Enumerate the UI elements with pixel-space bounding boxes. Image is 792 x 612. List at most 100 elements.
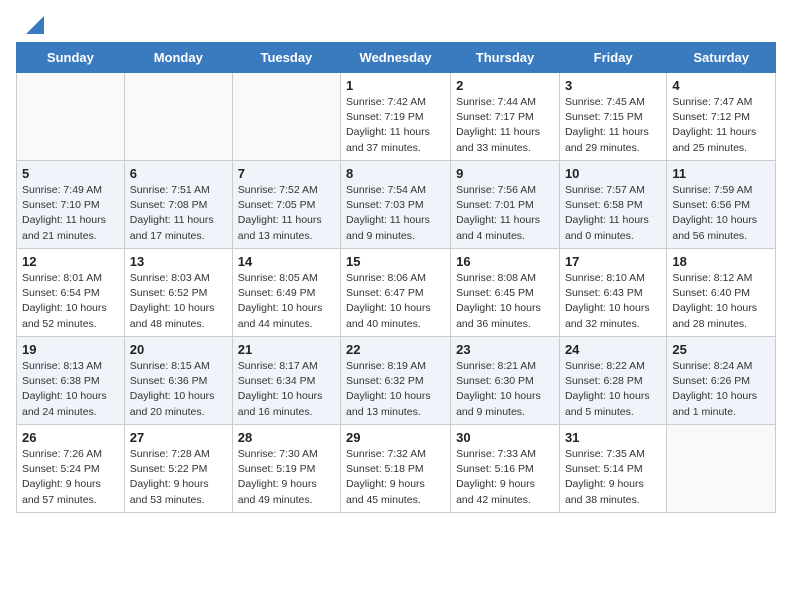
day-number: 13 — [130, 254, 227, 269]
calendar-cell: 18 Sunrise: 8:12 AMSunset: 6:40 PMDayligh… — [667, 249, 776, 337]
day-number: 6 — [130, 166, 227, 181]
day-info: Sunrise: 7:51 AMSunset: 7:08 PMDaylight:… — [130, 183, 227, 244]
day-info: Sunrise: 8:06 AMSunset: 6:47 PMDaylight:… — [346, 271, 445, 332]
day-number: 8 — [346, 166, 445, 181]
day-of-week-header: Thursday — [451, 43, 560, 73]
calendar-cell: 1 Sunrise: 7:42 AMSunset: 7:19 PMDaylight… — [341, 73, 451, 161]
day-info: Sunrise: 8:01 AMSunset: 6:54 PMDaylight:… — [22, 271, 119, 332]
day-info: Sunrise: 7:56 AMSunset: 7:01 PMDaylight:… — [456, 183, 554, 244]
calendar-week-row: 26 Sunrise: 7:26 AMSunset: 5:24 PMDayligh… — [17, 425, 776, 513]
day-info: Sunrise: 7:45 AMSunset: 7:15 PMDaylight:… — [565, 95, 661, 156]
day-number: 31 — [565, 430, 661, 445]
calendar-cell: 31 Sunrise: 7:35 AMSunset: 5:14 PMDayligh… — [559, 425, 666, 513]
day-number: 27 — [130, 430, 227, 445]
day-number: 21 — [238, 342, 335, 357]
logo-icon — [26, 16, 44, 34]
day-number: 19 — [22, 342, 119, 357]
day-number: 26 — [22, 430, 119, 445]
calendar-cell: 13 Sunrise: 8:03 AMSunset: 6:52 PMDayligh… — [124, 249, 232, 337]
day-of-week-header: Friday — [559, 43, 666, 73]
calendar-week-row: 1 Sunrise: 7:42 AMSunset: 7:19 PMDaylight… — [17, 73, 776, 161]
day-info: Sunrise: 8:15 AMSunset: 6:36 PMDaylight:… — [130, 359, 227, 420]
calendar-cell — [667, 425, 776, 513]
day-number: 29 — [346, 430, 445, 445]
day-of-week-header: Sunday — [17, 43, 125, 73]
day-info: Sunrise: 8:21 AMSunset: 6:30 PMDaylight:… — [456, 359, 554, 420]
day-number: 1 — [346, 78, 445, 93]
day-info: Sunrise: 8:24 AMSunset: 6:26 PMDaylight:… — [672, 359, 770, 420]
day-info: Sunrise: 7:49 AMSunset: 7:10 PMDaylight:… — [22, 183, 119, 244]
day-info: Sunrise: 8:17 AMSunset: 6:34 PMDaylight:… — [238, 359, 335, 420]
day-info: Sunrise: 8:12 AMSunset: 6:40 PMDaylight:… — [672, 271, 770, 332]
day-info: Sunrise: 7:52 AMSunset: 7:05 PMDaylight:… — [238, 183, 335, 244]
day-info: Sunrise: 7:28 AMSunset: 5:22 PMDaylight:… — [130, 447, 227, 508]
day-number: 24 — [565, 342, 661, 357]
day-info: Sunrise: 7:54 AMSunset: 7:03 PMDaylight:… — [346, 183, 445, 244]
calendar-cell: 21 Sunrise: 8:17 AMSunset: 6:34 PMDayligh… — [232, 337, 340, 425]
day-info: Sunrise: 8:19 AMSunset: 6:32 PMDaylight:… — [346, 359, 445, 420]
day-info: Sunrise: 7:59 AMSunset: 6:56 PMDaylight:… — [672, 183, 770, 244]
calendar-cell: 30Sunrise: 7:33 AMSunset: 5:16 PMDayligh… — [451, 425, 560, 513]
calendar-cell: 10 Sunrise: 7:57 AMSunset: 6:58 PMDayligh… — [559, 161, 666, 249]
calendar-cell: 8 Sunrise: 7:54 AMSunset: 7:03 PMDaylight… — [341, 161, 451, 249]
calendar-cell: 17 Sunrise: 8:10 AMSunset: 6:43 PMDayligh… — [559, 249, 666, 337]
day-number: 12 — [22, 254, 119, 269]
day-number: 25 — [672, 342, 770, 357]
calendar-cell: 20 Sunrise: 8:15 AMSunset: 6:36 PMDayligh… — [124, 337, 232, 425]
day-info: Sunrise: 7:26 AMSunset: 5:24 PMDaylight:… — [22, 447, 119, 508]
day-info: Sunrise: 8:10 AMSunset: 6:43 PMDaylight:… — [565, 271, 661, 332]
calendar-cell: 23Sunrise: 8:21 AMSunset: 6:30 PMDayligh… — [451, 337, 560, 425]
calendar-cell: 7 Sunrise: 7:52 AMSunset: 7:05 PMDaylight… — [232, 161, 340, 249]
day-info: Sunrise: 8:03 AMSunset: 6:52 PMDaylight:… — [130, 271, 227, 332]
calendar-body: 1 Sunrise: 7:42 AMSunset: 7:19 PMDaylight… — [17, 73, 776, 513]
day-info: Sunrise: 7:33 AMSunset: 5:16 PMDaylight:… — [456, 447, 554, 508]
day-info: Sunrise: 7:32 AMSunset: 5:18 PMDaylight:… — [346, 447, 445, 508]
calendar-cell: 26 Sunrise: 7:26 AMSunset: 5:24 PMDayligh… — [17, 425, 125, 513]
calendar-cell: 27 Sunrise: 7:28 AMSunset: 5:22 PMDayligh… — [124, 425, 232, 513]
day-of-week-header: Tuesday — [232, 43, 340, 73]
logo — [24, 18, 44, 34]
calendar-header: SundayMondayTuesdayWednesdayThursdayFrid… — [17, 43, 776, 73]
calendar-cell — [17, 73, 125, 161]
day-info: Sunrise: 7:30 AMSunset: 5:19 PMDaylight:… — [238, 447, 335, 508]
day-info: Sunrise: 7:47 AMSunset: 7:12 PMDaylight:… — [672, 95, 770, 156]
day-number: 10 — [565, 166, 661, 181]
header-row: SundayMondayTuesdayWednesdayThursdayFrid… — [17, 43, 776, 73]
day-info: Sunrise: 7:42 AMSunset: 7:19 PMDaylight:… — [346, 95, 445, 156]
day-info: Sunrise: 8:13 AMSunset: 6:38 PMDaylight:… — [22, 359, 119, 420]
day-number: 7 — [238, 166, 335, 181]
calendar-cell: 6 Sunrise: 7:51 AMSunset: 7:08 PMDaylight… — [124, 161, 232, 249]
calendar-week-row: 5 Sunrise: 7:49 AMSunset: 7:10 PMDaylight… — [17, 161, 776, 249]
day-number: 20 — [130, 342, 227, 357]
day-number: 4 — [672, 78, 770, 93]
day-info: Sunrise: 7:35 AMSunset: 5:14 PMDaylight:… — [565, 447, 661, 508]
day-number: 18 — [672, 254, 770, 269]
calendar-cell: 4 Sunrise: 7:47 AMSunset: 7:12 PMDaylight… — [667, 73, 776, 161]
page-header — [0, 0, 792, 42]
day-number: 14 — [238, 254, 335, 269]
day-number: 17 — [565, 254, 661, 269]
calendar-cell: 15 Sunrise: 8:06 AMSunset: 6:47 PMDayligh… — [341, 249, 451, 337]
day-number: 5 — [22, 166, 119, 181]
calendar-container: SundayMondayTuesdayWednesdayThursdayFrid… — [0, 42, 792, 529]
day-info: Sunrise: 7:44 AMSunset: 7:17 PMDaylight:… — [456, 95, 554, 156]
calendar-cell: 19 Sunrise: 8:13 AMSunset: 6:38 PMDayligh… — [17, 337, 125, 425]
calendar-week-row: 19 Sunrise: 8:13 AMSunset: 6:38 PMDayligh… — [17, 337, 776, 425]
calendar-cell: 5 Sunrise: 7:49 AMSunset: 7:10 PMDaylight… — [17, 161, 125, 249]
day-info: Sunrise: 8:22 AMSunset: 6:28 PMDaylight:… — [565, 359, 661, 420]
calendar-cell: 9 Sunrise: 7:56 AMSunset: 7:01 PMDaylight… — [451, 161, 560, 249]
day-number: 3 — [565, 78, 661, 93]
calendar-cell: 2Sunrise: 7:44 AMSunset: 7:17 PMDaylight… — [451, 73, 560, 161]
calendar-cell: 24 Sunrise: 8:22 AMSunset: 6:28 PMDayligh… — [559, 337, 666, 425]
day-number: 9 — [456, 166, 554, 181]
day-info: Sunrise: 7:57 AMSunset: 6:58 PMDaylight:… — [565, 183, 661, 244]
day-of-week-header: Monday — [124, 43, 232, 73]
day-info: Sunrise: 8:08 AMSunset: 6:45 PMDaylight:… — [456, 271, 554, 332]
day-number: 15 — [346, 254, 445, 269]
calendar-cell: 28 Sunrise: 7:30 AMSunset: 5:19 PMDayligh… — [232, 425, 340, 513]
day-info: Sunrise: 8:05 AMSunset: 6:49 PMDaylight:… — [238, 271, 335, 332]
calendar-cell: 3 Sunrise: 7:45 AMSunset: 7:15 PMDaylight… — [559, 73, 666, 161]
calendar-table: SundayMondayTuesdayWednesdayThursdayFrid… — [16, 42, 776, 513]
day-number: 28 — [238, 430, 335, 445]
calendar-cell: 11Sunrise: 7:59 AMSunset: 6:56 PMDayligh… — [667, 161, 776, 249]
